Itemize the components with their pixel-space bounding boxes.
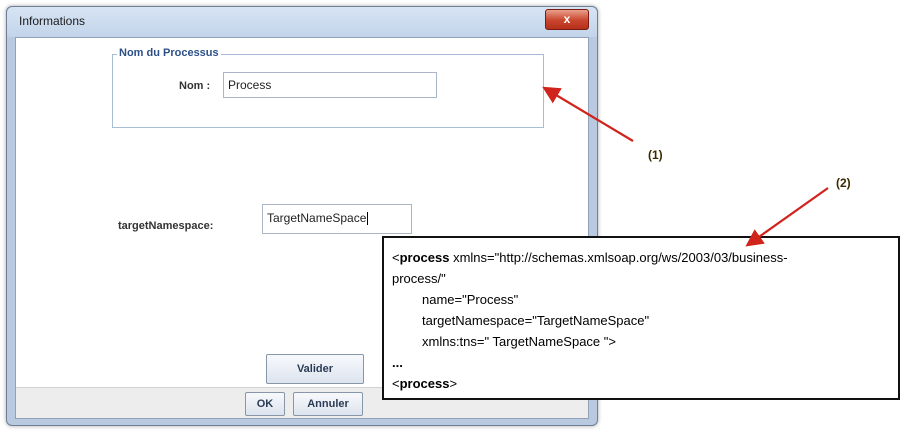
arrow-2 — [745, 187, 829, 247]
arrow-1 — [542, 86, 634, 142]
callout-2: (2) — [836, 176, 851, 190]
callout-1: (1) — [648, 148, 663, 162]
annotation-arrows — [542, 86, 829, 247]
